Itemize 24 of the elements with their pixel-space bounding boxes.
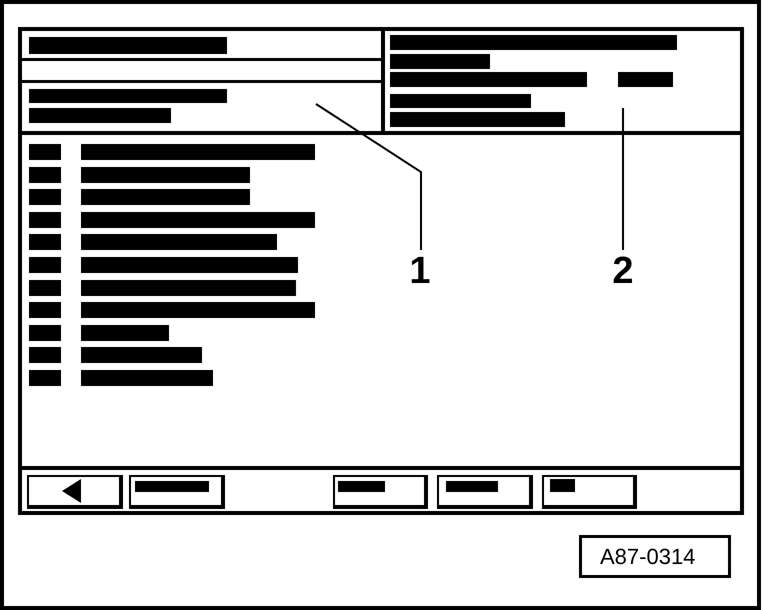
placeholder-bar [618, 72, 673, 87]
placeholder-bar [29, 347, 61, 364]
toolbar-button[interactable] [129, 475, 225, 509]
placeholder-bar [29, 324, 61, 341]
placeholder-bar [29, 166, 61, 183]
placeholder-bar [29, 280, 61, 296]
placeholder-bar [29, 302, 61, 318]
toolbar-button[interactable] [542, 475, 637, 509]
placeholder-bar [338, 481, 385, 492]
back-button[interactable] [27, 475, 123, 509]
callout-number: 1 [408, 252, 432, 290]
placeholder-bar [29, 189, 61, 206]
toolbar-button[interactable] [437, 475, 533, 509]
placeholder-bar [29, 234, 61, 250]
placeholder-bar [29, 212, 61, 228]
placeholder-bar [29, 370, 61, 386]
back-arrow-icon [62, 479, 81, 503]
placeholder-bar [446, 481, 498, 492]
figure-id-label: A87-0314 [579, 535, 731, 578]
callout-number: 2 [611, 252, 635, 290]
placeholder-bar [550, 479, 575, 492]
placeholder-bar [29, 256, 61, 273]
toolbar-button[interactable] [333, 475, 428, 509]
placeholder-bar [29, 144, 61, 160]
